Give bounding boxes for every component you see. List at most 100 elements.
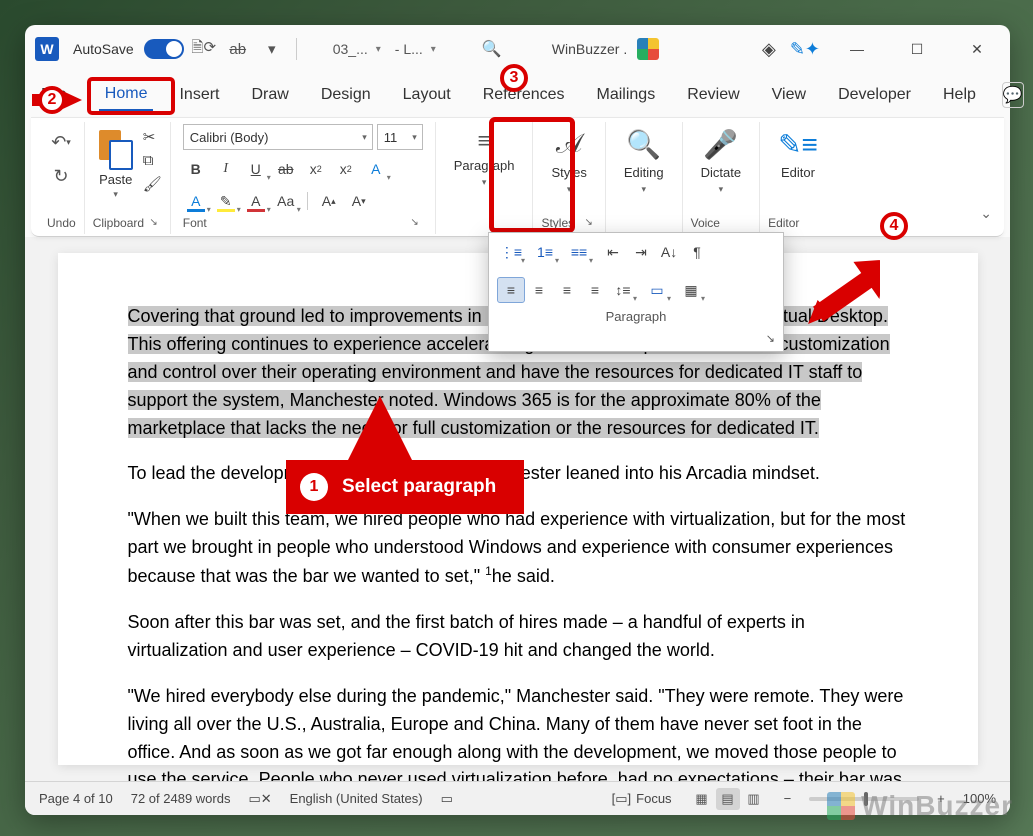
callout-1-text: Select paragraph (342, 476, 496, 498)
focus-mode-button[interactable]: [▭] Focus (612, 791, 672, 807)
styles-icon: 𝒜 (556, 128, 583, 161)
strikethrough-button[interactable]: ab (273, 156, 299, 182)
tab-review[interactable]: Review (681, 80, 745, 110)
tab-draw[interactable]: Draw (245, 80, 294, 110)
collapse-ribbon-icon[interactable]: ⌄ (980, 205, 992, 222)
increase-indent-button[interactable]: ⇥ (627, 239, 655, 265)
comments-button[interactable]: 💬 (1002, 82, 1024, 108)
callout-3: 3 (500, 64, 528, 92)
read-mode-icon[interactable]: ▦ (690, 788, 714, 810)
paragraph[interactable]: "When we built this team, we hired peopl… (128, 506, 908, 591)
zoom-out-icon[interactable]: − (784, 791, 792, 806)
sort-button[interactable]: A↓ (655, 239, 683, 265)
microphone-icon: 🎤 (703, 128, 738, 161)
saved-status: - L... (395, 41, 423, 57)
superscript-button[interactable]: x2 (333, 156, 359, 182)
change-case-button[interactable]: Aa▾ (273, 188, 299, 214)
group-font: Calibri (Body)▾ 11▾ B I U▾ ab x2 x2 A▾ (171, 122, 436, 234)
italic-button[interactable]: I (213, 156, 239, 182)
close-button[interactable]: ✕ (954, 31, 1000, 67)
separator (296, 38, 297, 60)
paste-button[interactable]: Paste ▾ (93, 124, 139, 202)
save-icon[interactable]: 🗎⟳ (190, 35, 218, 63)
underline-button[interactable]: U▾ (243, 156, 269, 182)
search-icon[interactable]: 🔍 (482, 39, 502, 59)
web-layout-icon[interactable]: ▥ (742, 788, 766, 810)
group-editor: ✎≡ Editor Editor (760, 122, 836, 234)
callout-1-box: 1 Select paragraph (286, 460, 524, 514)
paragraph-popout-panel: ⋮≡▾ 1≡▾ ≡≡▾ ⇤ ⇥ A↓ ¶ ≡ ≡ ≡ ≡ ↕≡▾ ▭▾ ▦▾ P… (488, 232, 784, 352)
tab-home[interactable]: Home (99, 79, 154, 112)
winbuzzer-watermark: WinBuzzer (827, 790, 1013, 822)
font-color-button[interactable]: A▾ (243, 188, 269, 214)
accessibility-icon[interactable]: ▭ (441, 791, 453, 807)
tab-design[interactable]: Design (315, 80, 377, 110)
group-label-font: Font (183, 216, 423, 232)
view-mode-buttons: ▦ ▤ ▥ (690, 788, 766, 810)
undo-button[interactable]: ↶▾ (47, 128, 75, 156)
grow-font-button[interactable]: A▴ (316, 188, 342, 214)
align-left-button[interactable]: ≡ (497, 277, 525, 303)
shrink-font-button[interactable]: A▾ (346, 188, 372, 214)
align-center-icon: ≡ (478, 128, 491, 154)
tab-insert[interactable]: Insert (173, 80, 225, 110)
format-painter-icon[interactable]: 🖌 (143, 175, 162, 193)
styles-launcher-icon[interactable]: ↘ (584, 217, 592, 228)
page-indicator[interactable]: Page 4 of 10 (39, 791, 113, 806)
dictate-button[interactable]: 🎤 Dictate ▾ (691, 124, 751, 199)
ribbon: ↶▾ ↻ Undo Paste ▾ ✂ ⧉ 🖌 (31, 117, 1004, 237)
account-name[interactable]: WinBuzzer . (552, 41, 627, 57)
justify-button[interactable]: ≡ (581, 277, 609, 303)
callout-2: 2 (38, 86, 66, 114)
redo-button[interactable]: ↻ (47, 162, 75, 190)
copy-icon[interactable]: ⧉ (143, 152, 162, 169)
editor-icon: ✎≡ (778, 128, 818, 161)
font-name-select[interactable]: Calibri (Body)▾ (183, 124, 373, 150)
decrease-indent-button[interactable]: ⇤ (599, 239, 627, 265)
bold-button[interactable]: B (183, 156, 209, 182)
show-paragraph-marks-button[interactable]: ¶ (683, 239, 711, 265)
language-indicator[interactable]: English (United States) (290, 791, 423, 806)
group-paragraph: ≡ Paragraph ▾ (436, 122, 534, 234)
word-count[interactable]: 72 of 2489 words (131, 791, 231, 806)
font-color-a-button[interactable]: A▾ (183, 188, 209, 214)
chevron-down-icon[interactable]: ▾ (431, 44, 436, 55)
paragraph-dialog-launcher-icon[interactable]: ↘ (766, 332, 775, 345)
styles-button[interactable]: 𝒜 Styles ▾ (541, 124, 596, 199)
tab-layout[interactable]: Layout (397, 80, 457, 110)
align-right-button[interactable]: ≡ (553, 277, 581, 303)
subscript-button[interactable]: x2 (303, 156, 329, 182)
autosave-toggle[interactable] (144, 39, 184, 59)
document-name[interactable]: 03_... (333, 41, 368, 57)
tab-developer[interactable]: Developer (832, 80, 917, 110)
minimize-button[interactable]: — (834, 31, 880, 67)
group-clipboard: Paste ▾ ✂ ⧉ 🖌 Clipboard ↘ (85, 122, 171, 234)
maximize-button[interactable]: ☐ (894, 31, 940, 67)
print-layout-icon[interactable]: ▤ (716, 788, 740, 810)
clipboard-launcher-icon[interactable]: ↘ (149, 217, 157, 228)
search-icon: 🔍 (626, 128, 661, 161)
diamond-icon[interactable]: ◈ (762, 39, 776, 60)
tab-help[interactable]: Help (937, 80, 982, 110)
qat-more-icon[interactable]: ▾ (258, 35, 286, 63)
paragraph-dropdown-button[interactable]: ≡ Paragraph ▾ (444, 124, 525, 192)
paragraph[interactable]: Soon after this bar was set, and the fir… (128, 609, 908, 665)
cut-icon[interactable]: ✂ (143, 128, 162, 146)
wand-icon[interactable]: ✎✦ (790, 39, 820, 60)
chevron-down-icon[interactable]: ▾ (376, 44, 381, 55)
editing-button[interactable]: 🔍 Editing ▾ (614, 124, 674, 199)
font-launcher-icon[interactable]: ↘ (410, 217, 418, 228)
editor-button[interactable]: ✎≡ Editor (768, 124, 828, 184)
spellcheck-icon[interactable]: ▭✕ (248, 791, 271, 807)
tab-mailings[interactable]: Mailings (591, 80, 662, 110)
highlight-button[interactable]: ✎▾ (213, 188, 239, 214)
text-effects-button[interactable]: A▾ (363, 156, 389, 182)
strikethrough-qat-icon[interactable]: ab (224, 35, 252, 63)
group-editing: 🔍 Editing ▾ (606, 122, 683, 234)
autosave-label: AutoSave (73, 41, 134, 57)
callout-4-arrow (800, 252, 880, 332)
paragraph[interactable]: "We hired everybody else during the pand… (128, 683, 908, 781)
align-center-button[interactable]: ≡ (525, 277, 553, 303)
tab-view[interactable]: View (766, 80, 812, 110)
font-size-select[interactable]: 11▾ (377, 124, 423, 150)
